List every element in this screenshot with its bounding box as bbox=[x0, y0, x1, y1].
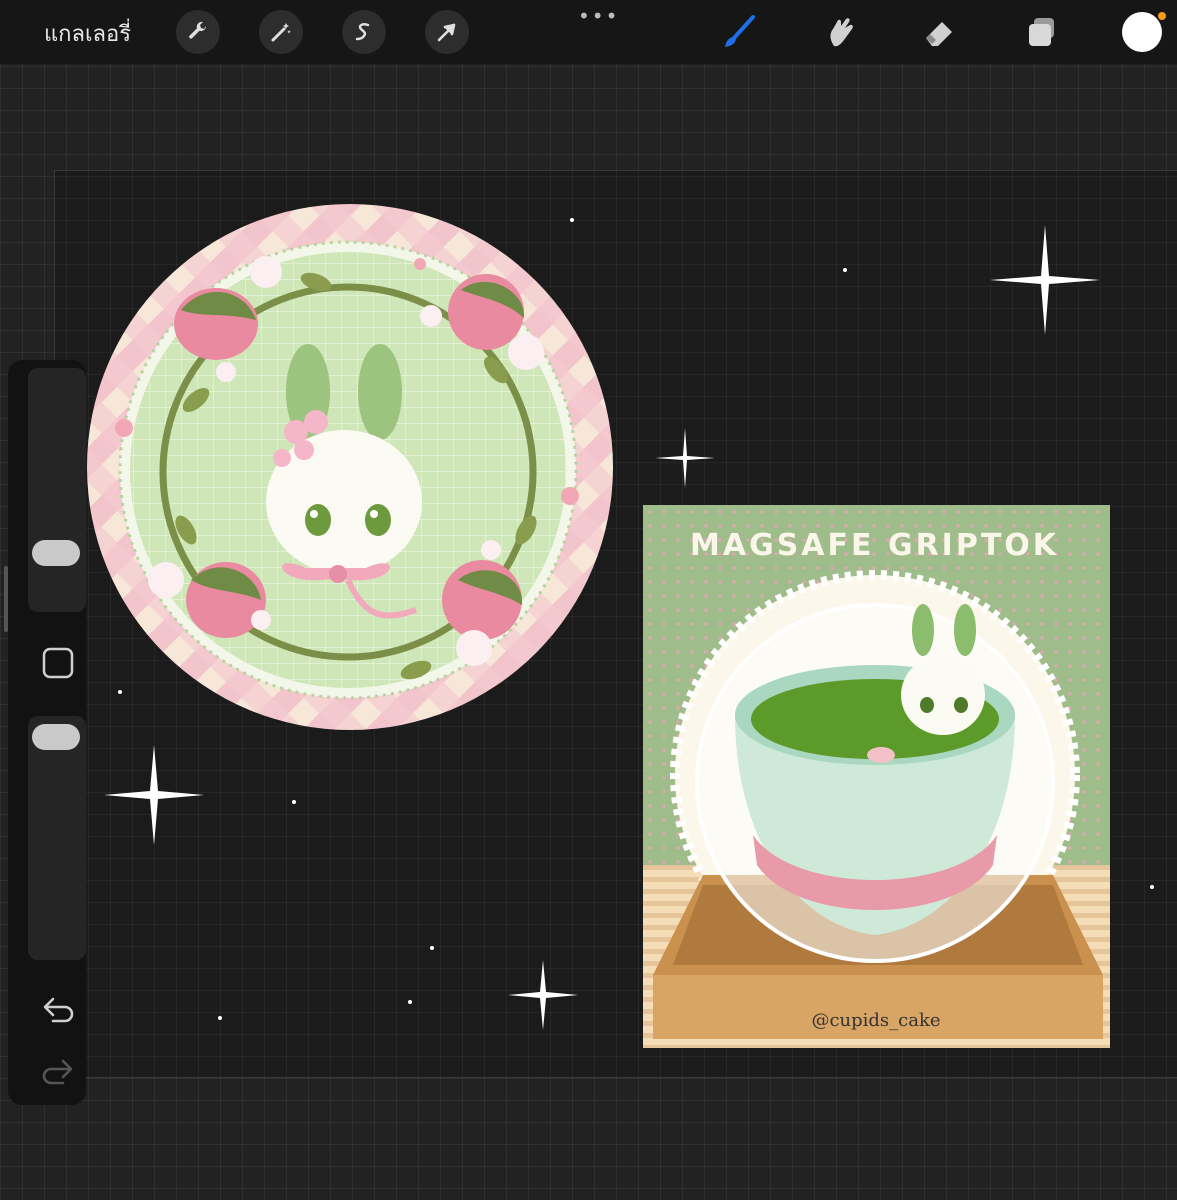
brush-icon[interactable] bbox=[718, 12, 762, 52]
redo-icon[interactable] bbox=[38, 1050, 78, 1090]
sparkle-dot bbox=[570, 218, 574, 222]
gallery-button[interactable]: แกลเลอรี่ bbox=[44, 16, 131, 51]
eraser-icon[interactable] bbox=[918, 12, 962, 52]
selection-icon[interactable] bbox=[342, 10, 386, 54]
undo-icon[interactable] bbox=[38, 988, 78, 1028]
sparkle-dot bbox=[118, 690, 122, 694]
round-griptok-artwork bbox=[87, 204, 613, 730]
artist-watermark: @cupids_cake bbox=[811, 1010, 941, 1031]
sparkle-dot bbox=[292, 800, 296, 804]
transform-arrow-icon[interactable] bbox=[425, 10, 469, 54]
more-options-button[interactable]: ••• bbox=[578, 4, 619, 28]
brush-opacity-slider-knob[interactable] bbox=[32, 724, 80, 750]
sparkle-icon bbox=[990, 225, 1100, 335]
sparkle-dot bbox=[1150, 885, 1154, 889]
top-toolbar: แกลเลอรี่ ••• bbox=[0, 0, 1177, 64]
magic-wand-icon[interactable] bbox=[259, 10, 303, 54]
square-griptok-artwork bbox=[643, 505, 1110, 1048]
left-sidebar bbox=[8, 360, 86, 1105]
smudge-icon[interactable] bbox=[818, 12, 862, 52]
sparkle-icon bbox=[104, 745, 204, 845]
griptok-title: MAGSAFE GRIPTOK bbox=[690, 528, 1060, 563]
color-indicator-dot bbox=[1158, 12, 1166, 20]
sparkle-icon bbox=[508, 960, 578, 1030]
brush-size-slider[interactable] bbox=[28, 368, 86, 612]
brush-opacity-slider[interactable] bbox=[28, 716, 86, 960]
sparkle-dot bbox=[430, 946, 434, 950]
color-picker-button[interactable] bbox=[1122, 12, 1162, 52]
sparkle-dot bbox=[843, 268, 847, 272]
wrench-icon[interactable] bbox=[176, 10, 220, 54]
sparkle-icon bbox=[655, 428, 715, 488]
layers-icon[interactable] bbox=[1020, 12, 1064, 52]
modify-button[interactable] bbox=[38, 643, 78, 683]
sparkle-dot bbox=[408, 1000, 412, 1004]
brush-size-slider-knob[interactable] bbox=[32, 540, 80, 566]
sparkle-dot bbox=[218, 1016, 222, 1020]
